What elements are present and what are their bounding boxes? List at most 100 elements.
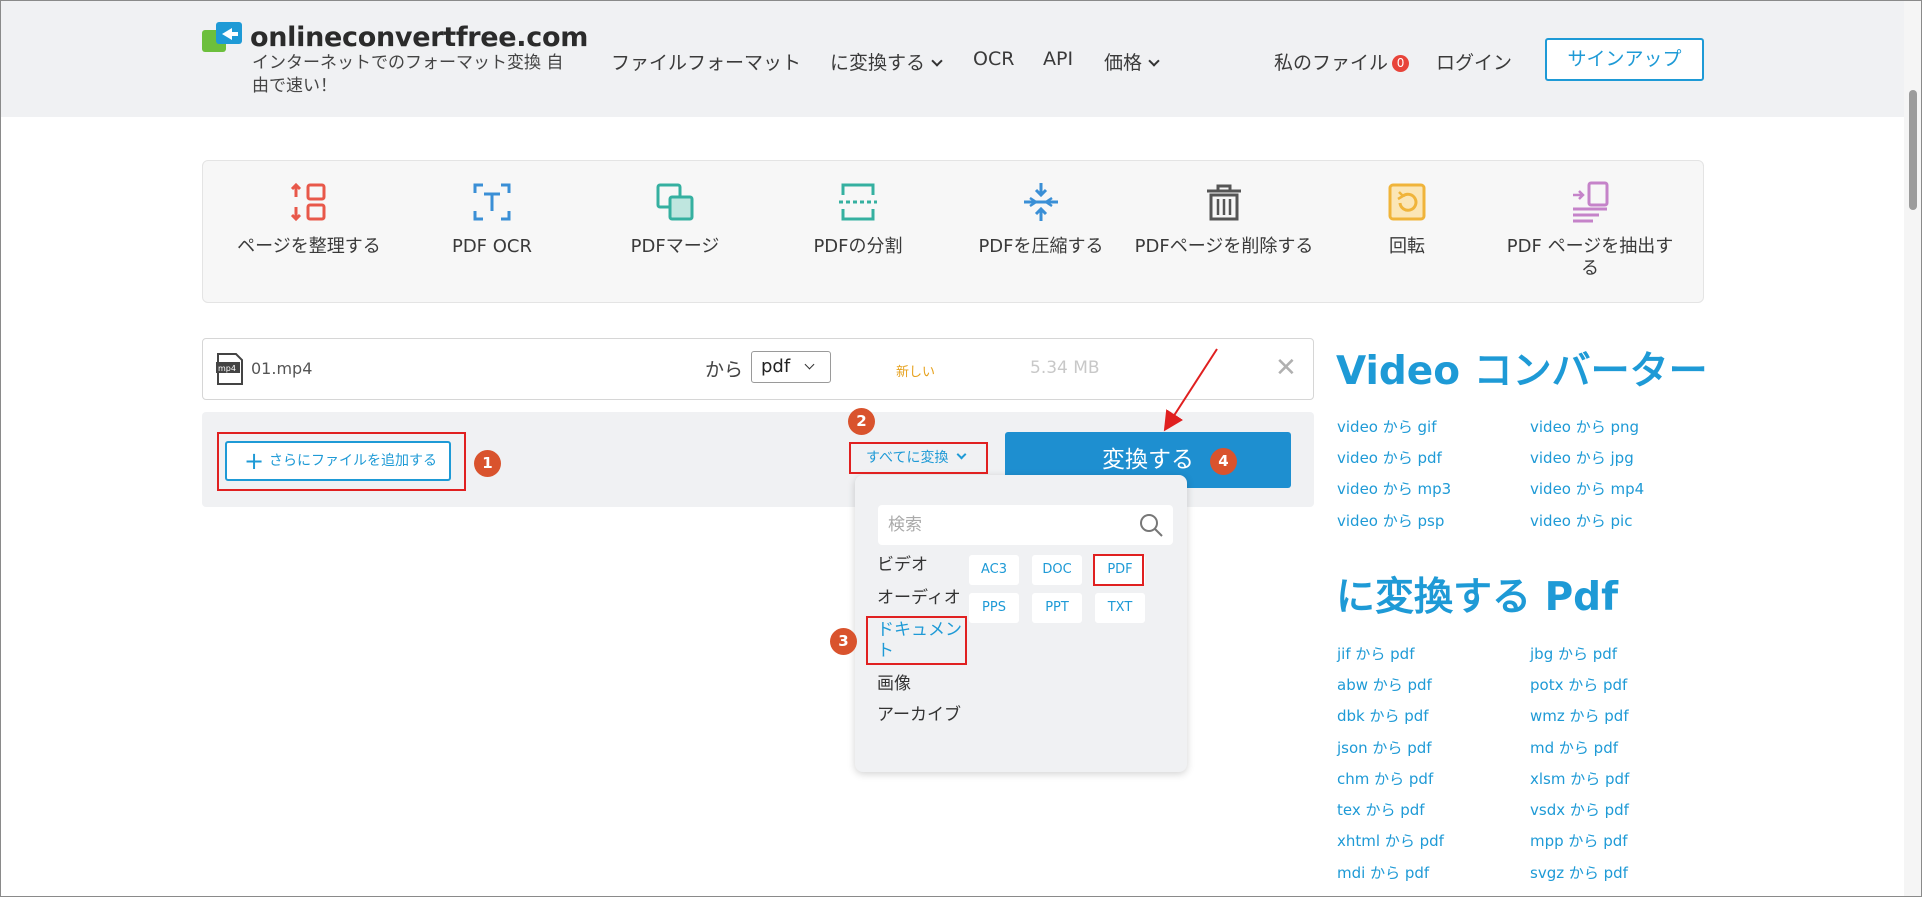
tool-pdf-ocr-label: PDF OCR xyxy=(451,236,533,257)
sidebar-link[interactable]: tex から pdf xyxy=(1337,799,1425,820)
nav-pricing[interactable]: 価格 xyxy=(1104,48,1160,75)
category-audio[interactable]: オーディオ xyxy=(877,588,961,609)
merge-icon xyxy=(656,183,694,221)
status-label: 新しい xyxy=(896,365,936,380)
chevron-down-icon xyxy=(1148,55,1160,67)
nav-file-formats-label: ファイルフォーマット xyxy=(611,52,802,74)
format-select[interactable]: pdf xyxy=(751,351,831,383)
sidebar-link[interactable]: video から psp xyxy=(1337,510,1444,531)
tool-pdf-delete-pages[interactable]: PDFページを削除する xyxy=(1134,181,1314,258)
sidebar-link[interactable]: jbg から pdf xyxy=(1530,643,1617,664)
category-video[interactable]: ビデオ xyxy=(877,555,928,576)
format-option-pps[interactable]: PPS xyxy=(969,593,1019,623)
annotation-box-convert-all xyxy=(849,442,988,474)
tool-organize-pages[interactable]: ページを整理する xyxy=(219,181,399,258)
sidebar-link[interactable]: potx から pdf xyxy=(1530,674,1627,695)
nav-my-files[interactable]: 私のファイル 0 xyxy=(1274,48,1410,75)
logo-icon[interactable] xyxy=(202,20,244,54)
sidebar-link[interactable]: video から pic xyxy=(1530,510,1632,531)
format-option-ac3[interactable]: AC3 xyxy=(969,555,1019,585)
category-archive[interactable]: アーカイブ xyxy=(877,705,961,726)
split-icon xyxy=(839,183,877,221)
brand-name[interactable]: onlineconvertfree.com xyxy=(250,22,588,53)
nav-convert-to-label: に変換する xyxy=(830,52,926,74)
sidebar-link[interactable]: xhtml から pdf xyxy=(1337,830,1444,851)
organize-pages-icon xyxy=(290,182,326,222)
tool-pdf-delete-pages-label: PDFページを削除する xyxy=(1134,236,1314,257)
format-option-txt[interactable]: TXT xyxy=(1095,593,1145,623)
annotation-box-pdf xyxy=(1093,554,1144,586)
format-option-ppt[interactable]: PPT xyxy=(1032,593,1082,623)
format-select-value: pdf xyxy=(761,356,791,377)
nav-ocr-label: OCR xyxy=(973,48,1015,70)
tool-pdf-merge-label: PDFマージ xyxy=(630,236,720,257)
format-option-doc[interactable]: DOC xyxy=(1032,555,1082,585)
nav-pricing-label: 価格 xyxy=(1104,52,1143,74)
sidebar-link[interactable]: abw から pdf xyxy=(1337,674,1432,695)
ocr-icon xyxy=(473,183,511,221)
tool-pdf-ocr[interactable]: PDF OCR xyxy=(402,181,582,258)
pdf-tools-bar: ページを整理する PDF OCR PDFマージ PDFの分割 PDFを圧縮する xyxy=(202,160,1704,303)
sidebar-link[interactable]: mdi から pdf xyxy=(1337,862,1429,883)
file-name: 01.mp4 xyxy=(251,359,313,378)
file-size: 5.34 MB xyxy=(1030,358,1100,378)
sidebar-link[interactable]: wmz から pdf xyxy=(1530,705,1629,726)
sidebar-link[interactable]: svgz から pdf xyxy=(1530,862,1628,883)
signup-button[interactable]: サインアップ xyxy=(1545,38,1704,81)
sidebar-link[interactable]: video から jpg xyxy=(1530,447,1634,468)
sidebar-link[interactable]: json から pdf xyxy=(1337,737,1432,758)
format-search-input[interactable]: 検索 xyxy=(878,505,1173,545)
remove-file-icon[interactable]: ✕ xyxy=(1275,353,1297,383)
sidebar-link[interactable]: vsdx から pdf xyxy=(1530,799,1629,820)
rotate-icon xyxy=(1388,183,1426,221)
my-files-label: 私のファイル xyxy=(1274,52,1389,74)
nav-ocr[interactable]: OCR xyxy=(973,48,1014,70)
sidebar-link[interactable]: xlsm から pdf xyxy=(1530,768,1629,789)
sidebar-link[interactable]: dbk から pdf xyxy=(1337,705,1429,726)
nav-api[interactable]: API xyxy=(1043,48,1073,70)
sidebar-link[interactable]: jif から pdf xyxy=(1337,643,1414,664)
sidebar-link[interactable]: md から pdf xyxy=(1530,737,1618,758)
step-badge-2: 2 xyxy=(848,408,875,435)
nav-api-label: API xyxy=(1043,48,1074,70)
sidebar-link[interactable]: video から png xyxy=(1530,416,1639,437)
chevron-down-icon xyxy=(804,359,815,370)
mp4-file-icon-text: mp4 xyxy=(218,364,236,373)
tagline: インターネットでのフォーマット変換 自由で速い！ xyxy=(252,53,564,96)
file-row: mp4 01.mp4 から pdf 新しい 5.34 MB ✕ xyxy=(202,338,1314,400)
tool-rotate-label: 回転 xyxy=(1389,236,1425,257)
extract-icon xyxy=(1573,181,1609,223)
format-search-placeholder: 検索 xyxy=(888,515,922,535)
tool-organize-pages-label: ページを整理する xyxy=(237,236,381,257)
tool-pdf-merge[interactable]: PDFマージ xyxy=(585,181,765,258)
tool-pdf-extract-pages[interactable]: PDF ページを抽出する xyxy=(1500,181,1680,280)
nav-login[interactable]: ログイン xyxy=(1436,48,1512,75)
sidebar-link[interactable]: video から pdf xyxy=(1337,447,1442,468)
step-badge-3: 3 xyxy=(830,628,857,655)
nav-file-formats[interactable]: ファイルフォーマット xyxy=(611,48,801,75)
tool-pdf-split[interactable]: PDFの分割 xyxy=(768,181,948,258)
login-label: ログイン xyxy=(1436,52,1513,74)
annotation-box-add-files xyxy=(217,432,466,491)
sidebar-link[interactable]: mpp から pdf xyxy=(1530,830,1628,851)
file-count-badge: 0 xyxy=(1392,55,1410,72)
search-icon xyxy=(1140,514,1163,537)
tool-rotate[interactable]: 回転 xyxy=(1317,181,1497,258)
tool-pdf-extract-pages-label: PDF ページを抽出する xyxy=(1506,236,1674,279)
scrollbar-thumb[interactable] xyxy=(1909,90,1917,210)
sidebar-link[interactable]: video から mp4 xyxy=(1530,478,1644,499)
sidebar-link[interactable]: video から gif xyxy=(1337,416,1436,437)
convert-to-pdf-title: に変換する Pdf xyxy=(1336,575,1619,620)
sidebar-link[interactable]: video から mp3 xyxy=(1337,478,1451,499)
nav-convert-to[interactable]: に変換する xyxy=(830,48,943,75)
step-badge-4: 4 xyxy=(1210,448,1237,475)
annotation-box-document xyxy=(866,616,967,665)
chevron-down-icon xyxy=(931,55,943,67)
sidebar-link[interactable]: chm から pdf xyxy=(1337,768,1433,789)
mp4-file-icon: mp4 xyxy=(216,353,243,385)
tool-pdf-compress-label: PDFを圧縮する xyxy=(978,236,1104,257)
compress-icon xyxy=(1024,183,1058,221)
category-image[interactable]: 画像 xyxy=(877,674,911,695)
tool-pdf-compress[interactable]: PDFを圧縮する xyxy=(951,181,1131,258)
video-converter-title: Video コンバーター xyxy=(1336,349,1708,394)
